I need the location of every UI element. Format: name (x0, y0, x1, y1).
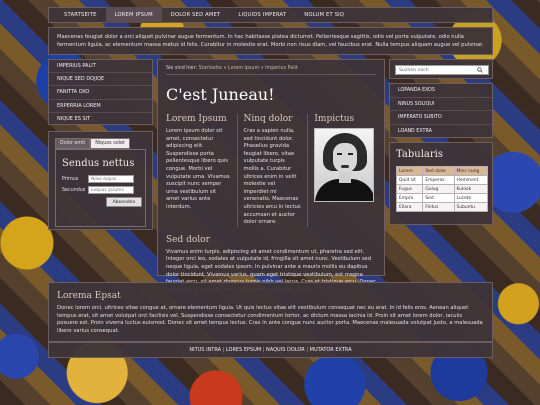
breadcrumb-separator: » (260, 66, 264, 71)
table-header-cell: Lorem (395, 166, 424, 176)
table-cell: Sed (422, 193, 455, 203)
footer-panel: Lorema Epsat Donec lorem orci, ultrices … (48, 282, 493, 342)
table-row: Empro Sed Lucete (395, 193, 489, 203)
table-row: Quid sit Emperos Hemment (395, 175, 489, 185)
login-panel: Dolor emit Niquos solet Sendus nettus Pr… (48, 131, 153, 230)
bottomnav-separator: | (306, 347, 309, 353)
login-title: Sendus nettus (62, 158, 135, 169)
leftnav-item-imperius-palit[interactable]: IMPERIUS PALIT (49, 60, 152, 74)
page-title: C'est Juneau! (166, 85, 275, 104)
left-navigation: IMPERIUS PALIT NIQUE SED DOJIQE FANITTA … (48, 59, 153, 125)
leftnav-item-erperria-lorem[interactable]: ERPERRIA LOREM (49, 100, 152, 113)
tabularis-title: Tabularis (396, 149, 443, 160)
breadcrumb-imperius-palit[interactable]: Imperius Palit (265, 66, 298, 71)
topnav-item-lorem-ipsum[interactable]: LOREM IPSUM (105, 7, 162, 23)
table-cell: Gulug (422, 184, 455, 194)
tabularis-table: Lorem Sed dolor Minc nung Quid sit Emper… (395, 166, 489, 212)
table-cell: Ellara (395, 202, 424, 212)
bottomnav-separator: | (222, 347, 225, 353)
leftnav-item-nique-sed-dojiqe[interactable]: NIQUE SED DOJIQE (49, 73, 152, 87)
bottomnav-item-lores-epsum[interactable]: LORES EPSUM (226, 347, 261, 353)
leftnav-item-nique-es-sit[interactable]: NIQUE ES SIT (49, 113, 152, 126)
breadcrumb: Sie sind hier: Startseite » Lorem ipsum … (166, 66, 376, 75)
search-icon[interactable] (477, 67, 483, 73)
login-form: Sendus nettus Primus Secundus Absenden (55, 149, 146, 227)
primus-input[interactable] (88, 175, 134, 183)
topnav-item-dolor-sed-amet[interactable]: DOLOR SED AMET (162, 7, 230, 23)
table-cell: Fugus (395, 184, 424, 194)
content-columns: Lorem Ipsum Lorem ipsum dolor sit amet, … (166, 114, 376, 227)
table-row: Fugus Gulug Kulook (395, 184, 489, 194)
topnav-item-startseite[interactable]: STARTSEITE (55, 7, 106, 23)
table-cell: Fintus (422, 202, 455, 212)
search-input[interactable]: Suchen nach (395, 65, 489, 75)
breadcrumb-startseite[interactable]: Startseite (199, 66, 222, 71)
primus-label: Primus (62, 176, 79, 182)
table-cell: Emperos (422, 175, 455, 185)
top-navigation: STARTSEITE LOREM IPSUM DOLOR SED AMET LI… (48, 7, 493, 23)
footer-heading: Lorema Epsat (57, 291, 121, 301)
column-impictus: Impictus (307, 114, 376, 227)
absenden-button[interactable]: Absenden (106, 197, 142, 207)
column-lorem-ipsum: Lorem Ipsum Lorem ipsum dolor sit amet, … (166, 114, 237, 227)
tab-dolor-emit[interactable]: Dolor emit (55, 138, 91, 149)
intro-panel: Maecenas feugiat dolor a orci aliquet pu… (48, 27, 493, 55)
search-panel: Suchen nach (389, 59, 493, 79)
secundus-input[interactable] (88, 186, 134, 194)
rightnav-item-imperato-subito[interactable]: IMPERATO SUBITO (390, 111, 492, 125)
bottom-navigation: NITUS INTRA | LORES EPSUM | NAQUIS DOLOR… (48, 342, 493, 358)
table-cell: Lucete (453, 193, 489, 203)
column-heading: Lorem Ipsum (166, 114, 227, 124)
leftnav-item-fanitta-oxo[interactable]: FANITTA OXO (49, 86, 152, 100)
table-cell: Quid sit (395, 175, 424, 185)
column-text: Lorem ipsum dolor sit amet, consectetur … (166, 128, 230, 210)
topnav-item-nolum-et-siq[interactable]: NOLUM ET SIQ (295, 7, 353, 23)
table-cell: Empro (395, 193, 424, 203)
breadcrumb-separator: » (223, 66, 227, 71)
main-content: Sie sind hier: Startseite » Lorem ipsum … (157, 59, 385, 293)
rightnav-item-loand-extra[interactable]: LOAND EXTRA (390, 125, 492, 139)
table-header-cell: Sed dolor (422, 166, 455, 176)
rightnav-item-ninus-soliqui[interactable]: NINUS SOLIQUI (390, 98, 492, 111)
tabularis-panel: Tabularis Lorem Sed dolor Minc nung Quid… (389, 142, 493, 225)
section-heading: Sed dolor (166, 234, 210, 245)
bottomnav-item-naquis-dolor[interactable]: NAQUIS DOLOR (266, 347, 305, 353)
column-ninq-dolor: Ninq dolor Cras a sapien nulla, sed tinc… (236, 114, 308, 227)
portrait-image (314, 128, 375, 202)
intro-text: Maecenas feugiat dolor a orci aliquet pu… (57, 34, 484, 48)
topnav-item-liquids-imperat[interactable]: LIQUIDS IMPERAT (229, 7, 295, 23)
login-tabs: Dolor emit Niquos solet (55, 138, 146, 149)
breadcrumb-prefix: Sie sind hier: (166, 66, 198, 71)
column-text: Cras a sapien nulla, sed tincidunt dolor… (243, 128, 301, 226)
column-heading: Ninq dolor (243, 114, 293, 124)
secundus-label: Secundus (62, 187, 86, 193)
rightnav-item-lopanda-exos[interactable]: LOPANDA EXOS (390, 84, 492, 98)
column-heading: Impictus (314, 114, 355, 124)
table-cell: Subuntu (453, 202, 489, 212)
footer-text: Donec lorem orci, ultrices vitae congue … (57, 305, 483, 334)
bottomnav-item-mutator-extra[interactable]: MUTATOR EXTRA (310, 347, 352, 353)
bottomnav-item-nitus-intra[interactable]: NITUS INTRA (189, 347, 221, 353)
tab-niquos-solet[interactable]: Niquos solet (90, 138, 130, 149)
bottomnav-separator: | (262, 347, 265, 353)
table-header-cell: Minc nung (453, 166, 489, 176)
table-row: Ellara Fintus Subuntu (395, 202, 489, 212)
right-navigation: LOPANDA EXOS NINUS SOLIQUI IMPERATO SUBI… (389, 83, 493, 138)
table-cell: Kulook (453, 184, 489, 194)
table-header-row: Lorem Sed dolor Minc nung (395, 166, 489, 176)
breadcrumb-lorem-ipsum[interactable]: Lorem ipsum (228, 66, 259, 71)
table-cell: Hemment (453, 175, 489, 185)
